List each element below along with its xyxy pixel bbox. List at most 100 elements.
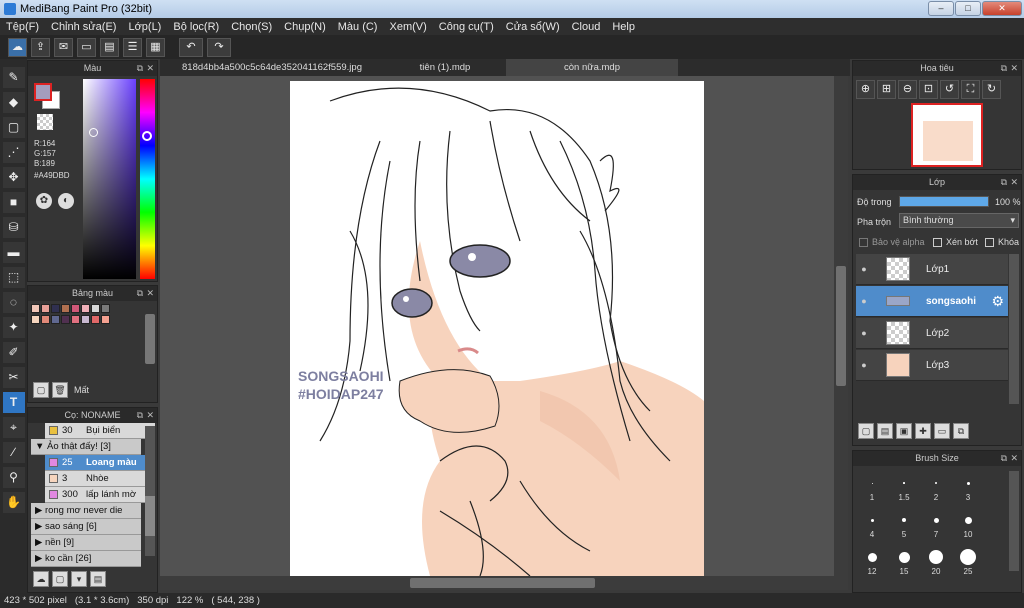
new-palette-icon[interactable]: ▢ [33,382,49,398]
comment-icon[interactable]: ✉ [54,37,73,57]
shape-tool-icon[interactable]: ▢ [2,117,25,138]
rotate-left-icon[interactable]: ↺ [940,80,959,99]
blend-mode-select[interactable]: Bình thường ▾ [899,213,1019,228]
text-tool-icon[interactable]: T [2,392,25,413]
close-panel-icon[interactable]: ✕ [146,408,154,423]
undo-button[interactable]: ↶ [179,37,203,57]
bucket-tool-icon[interactable]: ⛁ [2,217,25,238]
close-panel-icon[interactable]: ✕ [146,61,154,76]
tab-jpg[interactable]: 818d4bb4a500c5c64de352041162f559.jpg [160,59,384,76]
menu-select[interactable]: Chọn(S) [225,21,278,33]
brush-size-option[interactable]: 25 [955,547,981,576]
tab-tien[interactable]: tiên (1).mdp [384,59,506,76]
folder-icon[interactable]: ▭ [934,423,950,439]
palette-icon[interactable]: ✿ [36,193,52,209]
new-brush-icon[interactable]: ▢ [52,571,68,587]
brush-settings-icon[interactable]: ▤ [90,571,106,587]
close-button[interactable]: ✕ [982,1,1022,16]
hue-slider-knob[interactable] [142,131,152,141]
saturation-brightness-picker[interactable] [83,79,136,279]
palette-swatch[interactable] [41,315,50,324]
redo-button[interactable]: ↷ [207,37,231,57]
undock-icon[interactable]: ⧉ [137,408,143,423]
brush-item[interactable]: 300 lấp lánh mờ [45,487,155,503]
grid-icon[interactable]: ▦ [146,37,165,57]
move-tool-icon[interactable]: ✥ [2,167,25,188]
protect-alpha-checkbox[interactable] [859,237,868,247]
new-1bit-layer-icon[interactable]: ▣ [896,423,912,439]
palette-swatch[interactable] [91,315,100,324]
clipping-checkbox[interactable] [933,237,942,247]
lasso-tool-icon[interactable]: ◌ [2,292,25,313]
eyedropper-tool-icon[interactable]: ⚲ [2,467,25,488]
menu-help[interactable]: Help [606,21,641,33]
trash-icon[interactable]: 🗑 [52,382,68,398]
menu-tools[interactable]: Công cụ(T) [433,21,500,33]
eraser-tool-icon[interactable]: ◆ [2,92,25,113]
eye-icon[interactable]: ● [856,296,872,306]
fill-rect-tool-icon[interactable]: ■ [2,192,25,213]
undock-icon[interactable]: ⧉ [1001,175,1007,190]
close-panel-icon[interactable]: ✕ [1010,61,1018,76]
palette-swatch[interactable] [101,304,110,313]
zoom-in-icon[interactable]: ⊕ [856,80,875,99]
select-eraser-tool-icon[interactable]: ✂ [2,367,25,388]
brush-size-option[interactable]: 15 [891,547,917,576]
brush-size-option[interactable]: 12 [859,547,885,576]
close-panel-icon[interactable]: ✕ [146,286,154,301]
palette-swatch[interactable] [41,304,50,313]
palette-swatch[interactable] [81,315,90,324]
brush-size-option[interactable]: 20 [923,547,949,576]
expand-right-icon[interactable]: ▶ [35,537,45,548]
magic-wand-tool-icon[interactable]: ✦ [2,317,25,338]
add-cloud-brush-icon[interactable]: ☁ [33,571,49,587]
layer-row[interactable]: ● Lớp2 [856,318,1008,349]
brush-tool-icon[interactable]: ✎ [2,67,25,88]
lock-checkbox[interactable] [985,237,994,247]
canvas-area[interactable]: SONGSAOHI #HOIDAP247 [160,76,848,576]
palette-swatch[interactable] [81,304,90,313]
dot-tool-icon[interactable]: ⋰ [2,142,25,163]
add-layer-menu-icon[interactable]: ✚ [915,423,931,439]
palette-swatch[interactable] [61,315,70,324]
hand-tool-icon[interactable]: ✋ [2,492,25,513]
new-halftone-layer-icon[interactable]: ▤ [877,423,893,439]
menu-snap[interactable]: Chụp(N) [278,21,332,33]
tab-con-nua[interactable]: còn nữa.mdp [506,59,678,76]
close-panel-icon[interactable]: ✕ [1010,451,1018,466]
menu-window[interactable]: Cửa sổ(W) [500,21,566,33]
eye-icon[interactable]: ● [856,360,872,370]
brush-size-option[interactable]: 2 [923,473,949,502]
minimize-button[interactable]: – [928,1,954,16]
brush-item[interactable]: 3 Nhòe [45,471,155,487]
vertical-scroll-thumb[interactable] [836,266,846,386]
menu-cloud[interactable]: Cloud [566,21,607,33]
brush-size-option[interactable]: 1.5 [891,473,917,502]
select-rect-tool-icon[interactable]: ⬚ [2,267,25,288]
list-icon[interactable]: ☰ [123,37,142,57]
palette-swatch[interactable] [31,315,40,324]
canvas-vertical-scrollbar[interactable] [834,76,848,576]
menu-file[interactable]: Tệp(F) [0,21,45,33]
brush-group[interactable]: ▶ rong mơ never die [31,503,141,519]
layer-scrollbar[interactable] [1009,254,1019,404]
brush-item[interactable]: 25 Loang màu [45,455,155,471]
brush-group[interactable]: ▶ sao sáng [6] [31,519,141,535]
layer-row[interactable]: ● Lớp3 [856,350,1008,381]
brush-item[interactable]: 30 Bụi biển [45,423,155,439]
undock-icon[interactable]: ⧉ [1001,451,1007,466]
undock-icon[interactable]: ⧉ [1001,61,1007,76]
zoom-out-icon[interactable]: ⊖ [898,80,917,99]
expand-down-icon[interactable]: ▼ [35,441,47,452]
document-icon[interactable]: ▤ [100,37,119,57]
new-layer-icon[interactable]: ▢ [858,423,874,439]
navigator-preview[interactable] [911,103,983,167]
menu-view[interactable]: Xem(V) [383,21,432,33]
expand-right-icon[interactable]: ▶ [35,521,45,532]
transparent-swatch[interactable] [37,114,53,130]
undock-icon[interactable]: ⧉ [137,286,143,301]
gear-icon[interactable]: ⚙ [991,293,1004,310]
operation-tool-icon[interactable]: ⌖ [2,417,25,438]
add-brush-menu-icon[interactable]: ▾ [71,571,87,587]
brush-size-option[interactable]: 3 [955,473,981,502]
